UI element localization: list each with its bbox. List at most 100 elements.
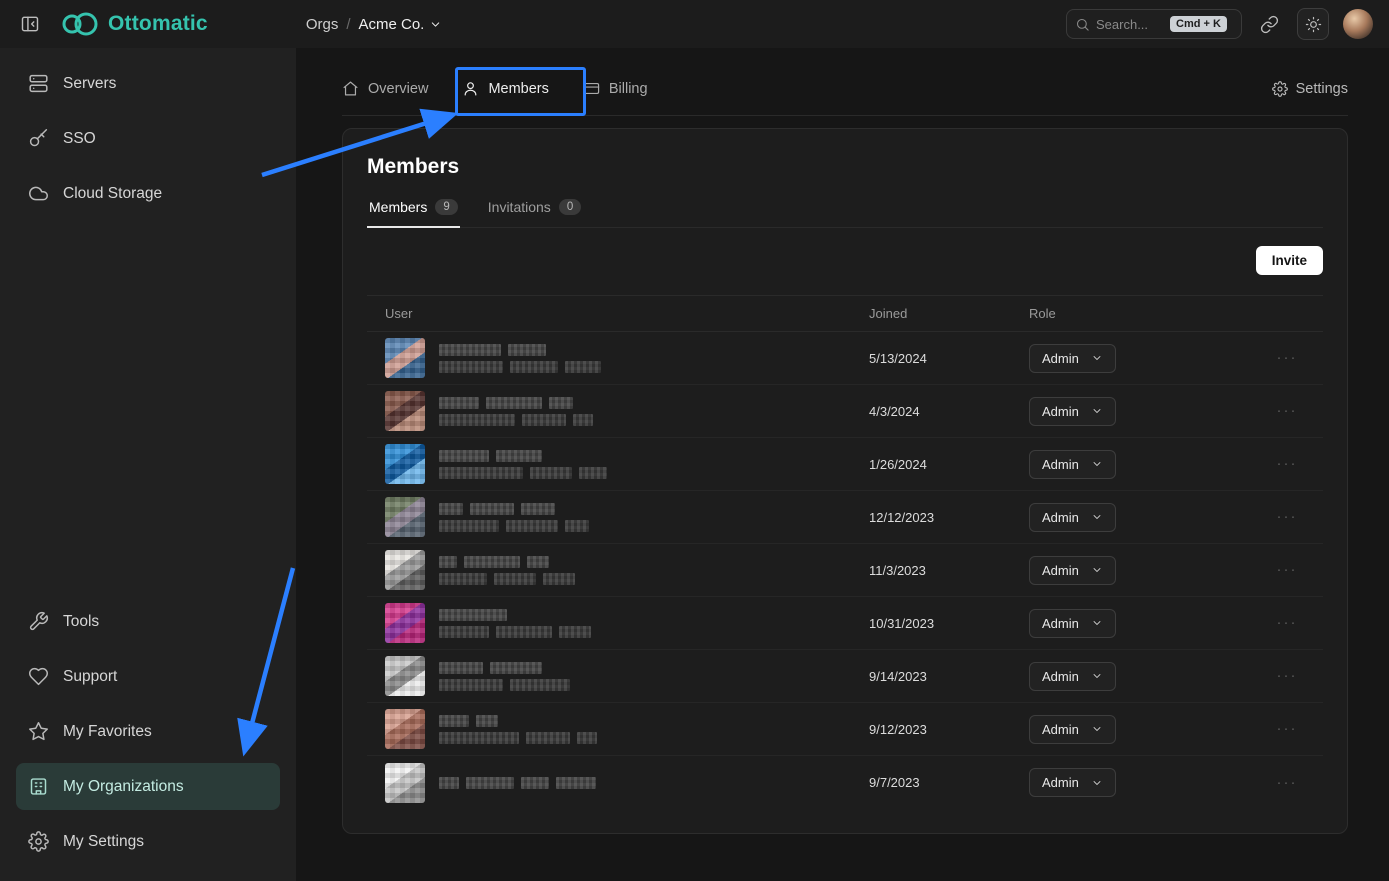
members-card: Members Members 9 Invitations 0 Invite U… [342, 128, 1348, 834]
role-dropdown[interactable]: Admin [1029, 715, 1116, 744]
role-label: Admin [1042, 404, 1079, 419]
actions-cell: ··· [1251, 349, 1323, 367]
app-logo[interactable]: Ottomatic [60, 11, 208, 37]
row-menu-button[interactable]: ··· [1277, 455, 1298, 472]
logo-text: Ottomatic [108, 12, 208, 36]
role-cell: Admin [1011, 609, 1251, 638]
redacted-user-info [439, 662, 570, 691]
sidebar-item-my-favorites[interactable]: My Favorites [16, 708, 280, 755]
sidebar-item-label: Tools [63, 613, 99, 631]
breadcrumb-orgs[interactable]: Orgs [306, 16, 339, 33]
row-menu-button[interactable]: ··· [1277, 349, 1298, 366]
tab-members[interactable]: Members [462, 80, 548, 97]
user-avatar[interactable] [1343, 9, 1373, 39]
avatar [385, 709, 425, 749]
row-menu-button[interactable]: ··· [1277, 720, 1298, 737]
sidebar-item-my-settings[interactable]: My Settings [16, 818, 280, 865]
table-row: 9/12/2023 Admin ··· [367, 703, 1323, 756]
members-count-badge: 9 [435, 199, 457, 215]
heart-icon [28, 666, 49, 687]
role-cell: Admin [1011, 768, 1251, 797]
joined-date: 9/12/2023 [851, 722, 1011, 737]
sidebar-item-my-organizations[interactable]: My Organizations [16, 763, 280, 810]
sidebar-collapse-button[interactable] [16, 10, 44, 38]
role-label: Admin [1042, 457, 1079, 472]
link-icon [1260, 15, 1279, 34]
joined-date: 9/14/2023 [851, 669, 1011, 684]
redacted-email [439, 626, 591, 638]
search-input[interactable] [1096, 17, 1164, 32]
role-cell: Admin [1011, 503, 1251, 532]
org-settings-link[interactable]: Settings [1272, 81, 1348, 97]
redacted-name [439, 397, 593, 409]
sidebar-item-cloud-storage[interactable]: Cloud Storage [16, 170, 280, 217]
sidebar-item-tools[interactable]: Tools [16, 598, 280, 645]
redacted-name [439, 609, 591, 621]
row-menu-button[interactable]: ··· [1277, 402, 1298, 419]
joined-date: 1/26/2024 [851, 457, 1011, 472]
row-menu-button[interactable]: ··· [1277, 774, 1298, 791]
key-icon [28, 128, 49, 149]
panel-tab-members[interactable]: Members 9 [367, 199, 460, 227]
sidebar-item-label: Cloud Storage [63, 185, 162, 203]
joined-date: 4/3/2024 [851, 404, 1011, 419]
panel-tab-invitations[interactable]: Invitations 0 [486, 199, 583, 227]
star-icon [28, 721, 49, 742]
role-dropdown[interactable]: Admin [1029, 344, 1116, 373]
role-dropdown[interactable]: Admin [1029, 556, 1116, 585]
chevron-down-icon [1091, 670, 1103, 682]
invite-button[interactable]: Invite [1256, 246, 1323, 275]
search-icon [1075, 17, 1090, 32]
actions-cell: ··· [1251, 455, 1323, 473]
tab-billing[interactable]: Billing [583, 80, 648, 97]
tab-overview[interactable]: Overview [342, 80, 428, 97]
org-switcher[interactable]: Acme Co. [359, 16, 443, 33]
role-dropdown[interactable]: Admin [1029, 503, 1116, 532]
role-dropdown[interactable]: Admin [1029, 397, 1116, 426]
user-cell [367, 497, 851, 537]
role-label: Admin [1042, 351, 1079, 366]
table-row: 10/31/2023 Admin ··· [367, 597, 1323, 650]
members-panel-tabs: Members 9 Invitations 0 [367, 199, 1323, 228]
user-cell [367, 444, 851, 484]
avatar [385, 763, 425, 803]
role-dropdown[interactable]: Admin [1029, 450, 1116, 479]
theme-toggle-button[interactable] [1297, 8, 1329, 40]
avatar [385, 497, 425, 537]
org-tabbar: Overview Members Billing Settings [342, 48, 1348, 116]
actions-cell: ··· [1251, 614, 1323, 632]
role-cell: Admin [1011, 344, 1251, 373]
redacted-user-info [439, 397, 593, 426]
gear-icon [28, 831, 49, 852]
role-dropdown[interactable]: Admin [1029, 768, 1116, 797]
sun-icon [1305, 16, 1322, 33]
row-menu-button[interactable]: ··· [1277, 561, 1298, 578]
role-dropdown[interactable]: Admin [1029, 662, 1116, 691]
chevron-down-icon [1091, 617, 1103, 629]
table-body: 5/13/2024 Admin ··· 4/3/2024 Admin [367, 332, 1323, 809]
sidebar-item-sso[interactable]: SSO [16, 115, 280, 162]
search-box[interactable]: Cmd + K [1066, 9, 1242, 39]
actions-cell: ··· [1251, 402, 1323, 420]
role-dropdown[interactable]: Admin [1029, 609, 1116, 638]
connections-button[interactable] [1256, 11, 1283, 38]
redacted-user-info [439, 715, 597, 744]
sidebar-item-support[interactable]: Support [16, 653, 280, 700]
actions-cell: ··· [1251, 774, 1323, 792]
joined-date: 10/31/2023 [851, 616, 1011, 631]
panel-tab-label: Invitations [488, 199, 551, 215]
row-menu-button[interactable]: ··· [1277, 508, 1298, 525]
row-menu-button[interactable]: ··· [1277, 667, 1298, 684]
row-menu-button[interactable]: ··· [1277, 614, 1298, 631]
invitations-count-badge: 0 [559, 199, 581, 215]
redacted-name [439, 715, 597, 727]
joined-date: 9/7/2023 [851, 775, 1011, 790]
role-label: Admin [1042, 775, 1079, 790]
user-cell [367, 656, 851, 696]
joined-date: 11/3/2023 [851, 563, 1011, 578]
person-icon [462, 80, 479, 97]
table-row: 9/14/2023 Admin ··· [367, 650, 1323, 703]
redacted-user-info [439, 777, 596, 789]
sidebar-item-servers[interactable]: Servers [16, 60, 280, 107]
avatar [385, 550, 425, 590]
